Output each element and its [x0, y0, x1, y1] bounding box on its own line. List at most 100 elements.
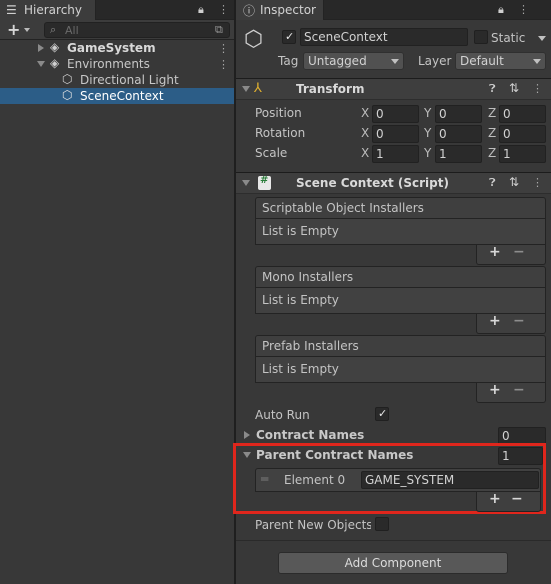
layer-value: Default — [460, 54, 504, 68]
position-x-field[interactable]: 0 — [372, 105, 419, 123]
add-element-icon[interactable]: + — [489, 244, 501, 260]
drag-handle-icon[interactable]: ═ — [261, 472, 268, 486]
axis-y-label: Y — [424, 146, 432, 160]
transform-fields: Position X 0 Y 0 Z 0 Rotation X 0 Y 0 Z … — [236, 104, 551, 164]
transform-header[interactable]: ⅄ Transform ❓︎ ⇅ ⋮ — [236, 78, 551, 100]
hierarchy-search-field[interactable]: ⌕ All ⧉ — [44, 22, 230, 38]
active-checkbox[interactable]: ✓ — [282, 30, 296, 44]
presets-sliders-icon[interactable]: ⇅ — [509, 81, 519, 95]
position-z-value: 0 — [503, 107, 511, 121]
lock-icon[interactable]: 🔒︎ — [498, 3, 504, 17]
hierarchy-item-label: GameSystem — [67, 41, 156, 55]
kebab-menu-icon[interactable]: ⋮ — [218, 3, 229, 16]
expand-arrow-icon[interactable] — [244, 431, 250, 439]
create-plus-icon[interactable]: + — [7, 20, 20, 39]
divider — [236, 540, 551, 541]
axis-y-label: Y — [424, 126, 432, 140]
position-z-field[interactable]: 0 — [499, 105, 546, 123]
object-name-field[interactable]: SceneContext — [300, 28, 468, 46]
list-header-scriptable-object-installers[interactable]: Scriptable Object Installers — [255, 197, 546, 219]
list-header-prefab-installers[interactable]: Prefab Installers — [255, 335, 546, 357]
script-file-icon: # — [258, 175, 271, 190]
tag-dropdown[interactable]: Untagged — [303, 52, 404, 70]
add-element-icon[interactable]: + — [489, 382, 501, 398]
scene-menu-icon[interactable]: ⋮ — [218, 58, 229, 71]
tag-value: Untagged — [308, 54, 367, 68]
parent-new-objects-checkbox[interactable] — [375, 517, 389, 531]
tab-hierarchy[interactable]: ☰ Hierarchy — [0, 0, 96, 20]
kebab-menu-icon[interactable]: ⋮ — [518, 3, 529, 16]
parent-contract-names-label[interactable]: Parent Contract Names — [256, 448, 413, 462]
static-dropdown-icon[interactable] — [538, 36, 546, 41]
tag-label: Tag — [278, 54, 299, 68]
list-footer: + − — [476, 244, 546, 265]
list-empty-label: List is Empty — [262, 362, 339, 376]
static-label: Static — [491, 31, 526, 45]
scale-x-field[interactable]: 1 — [372, 145, 419, 163]
layer-dropdown[interactable]: Default — [455, 52, 546, 70]
presets-sliders-icon[interactable]: ⇅ — [509, 175, 519, 189]
static-checkbox[interactable] — [474, 30, 488, 44]
transform-title: Transform — [296, 82, 365, 96]
parent-contract-names-size-field[interactable]: 1 — [498, 447, 543, 465]
info-icon: ⓘ — [243, 4, 256, 18]
rotation-z-field[interactable]: 0 — [499, 125, 546, 143]
list-body: List is Empty — [255, 357, 546, 383]
expand-arrow-icon[interactable] — [38, 44, 44, 52]
list-header-label: Prefab Installers — [262, 339, 359, 353]
element0-field[interactable]: GAME_SYSTEM — [361, 471, 539, 489]
list-empty-label: List is Empty — [262, 293, 339, 307]
collapse-arrow-icon[interactable] — [242, 86, 250, 92]
rotation-y-value: 0 — [439, 127, 447, 141]
search-filter-icon[interactable]: ⧉ — [215, 23, 223, 37]
scene-context-header[interactable]: # Scene Context (Script) ❓︎ ⇅ ⋮ — [236, 172, 551, 194]
axis-y-label: Y — [424, 106, 432, 120]
remove-element-icon[interactable]: − — [513, 382, 525, 398]
list-header-mono-installers[interactable]: Mono Installers — [255, 266, 546, 288]
list-footer: + − — [476, 382, 546, 403]
create-dropdown-icon[interactable] — [24, 28, 30, 32]
scale-z-field[interactable]: 1 — [499, 145, 546, 163]
collapse-arrow-icon[interactable] — [242, 180, 250, 186]
remove-element-icon[interactable]: − — [511, 491, 523, 507]
auto-run-checkbox[interactable]: ✓ — [375, 407, 389, 421]
component-menu-icon[interactable]: ⋮ — [532, 176, 543, 189]
list-footer: + − — [476, 313, 546, 334]
rotation-label: Rotation — [255, 126, 306, 140]
hierarchy-item-label: Directional Light — [80, 73, 179, 87]
contract-names-size-value: 0 — [502, 429, 510, 443]
list-icon: ☰ — [6, 3, 17, 17]
scale-x-value: 1 — [376, 147, 384, 161]
unity-scene-icon: ◈ — [50, 40, 60, 54]
scale-y-field[interactable]: 1 — [435, 145, 482, 163]
position-label: Position — [255, 106, 302, 120]
remove-element-icon[interactable]: − — [513, 313, 525, 329]
checkmark-icon: ✓ — [285, 30, 295, 43]
checkmark-icon: ✓ — [378, 407, 388, 420]
scene-menu-icon[interactable]: ⋮ — [218, 42, 229, 55]
layer-label: Layer — [418, 54, 452, 68]
hierarchy-item-directional-light[interactable]: ⬡ Directional Light — [0, 72, 234, 88]
help-icon[interactable]: ❓︎ — [489, 82, 496, 96]
component-menu-icon[interactable]: ⋮ — [532, 82, 543, 95]
add-element-icon[interactable]: + — [489, 491, 501, 507]
tab-inspector[interactable]: ⓘ Inspector — [236, 0, 324, 20]
scene-context-title: Scene Context (Script) — [296, 176, 449, 190]
position-y-field[interactable]: 0 — [435, 105, 482, 123]
hierarchy-item-scenecontext[interactable]: ⬡ SceneContext — [0, 88, 234, 104]
add-component-label: Add Component — [344, 556, 442, 570]
help-icon[interactable]: ❓︎ — [489, 176, 496, 190]
remove-element-icon[interactable]: − — [513, 244, 525, 260]
collapse-arrow-icon[interactable] — [243, 452, 251, 458]
lock-icon[interactable]: 🔒︎ — [198, 3, 204, 17]
inspector-panel: ⓘ Inspector 🔒︎ ⋮ ⬡ ✓ SceneContext Static… — [233, 0, 551, 584]
add-component-button[interactable]: Add Component — [278, 552, 508, 574]
chevron-down-icon — [533, 59, 541, 64]
hierarchy-item-gamesystem[interactable]: ◈ GameSystem ⋮ — [0, 40, 234, 56]
contract-names-label[interactable]: Contract Names — [256, 428, 364, 442]
add-element-icon[interactable]: + — [489, 313, 501, 329]
rotation-y-field[interactable]: 0 — [435, 125, 482, 143]
collapse-arrow-icon[interactable] — [37, 61, 45, 67]
rotation-x-field[interactable]: 0 — [372, 125, 419, 143]
hierarchy-item-environments[interactable]: ◈ Environments ⋮ — [0, 56, 234, 72]
